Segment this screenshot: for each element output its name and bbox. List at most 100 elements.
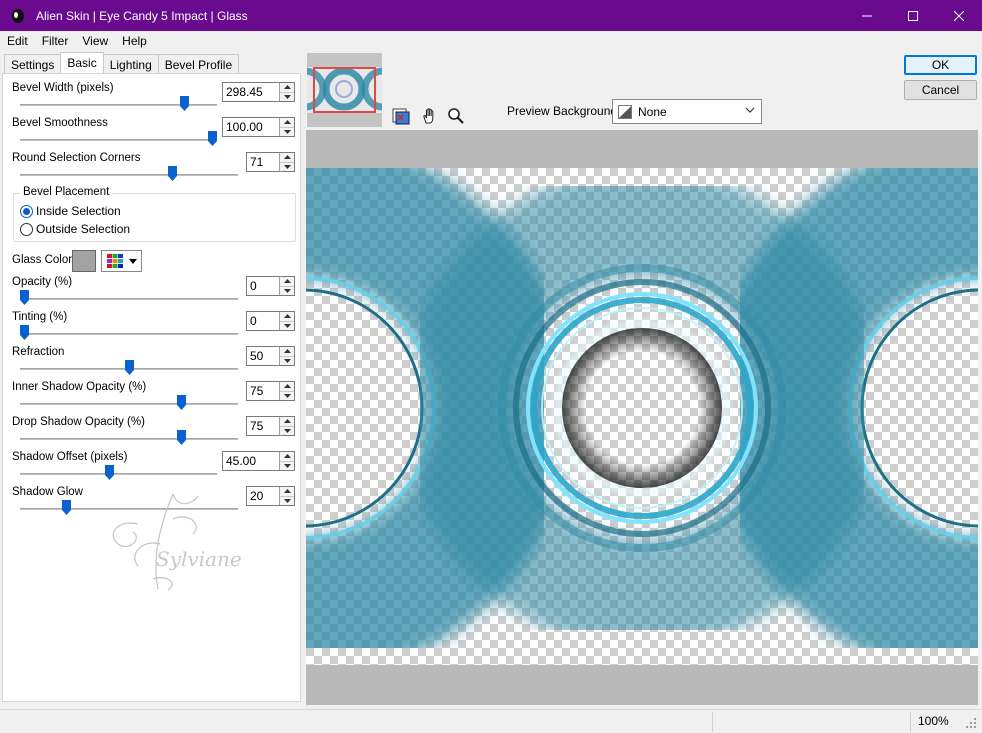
spin-up-icon[interactable] bbox=[280, 83, 294, 92]
menu-edit[interactable]: Edit bbox=[0, 34, 35, 48]
spin-up-icon[interactable] bbox=[280, 347, 294, 356]
shadow-offset-value: 45.00 bbox=[226, 454, 257, 468]
menu-filter[interactable]: Filter bbox=[35, 34, 76, 48]
menu-help[interactable]: Help bbox=[115, 34, 154, 48]
shadow-glow-slider[interactable] bbox=[61, 500, 71, 515]
tinting-track[interactable] bbox=[20, 333, 238, 335]
bevel-smoothness-slider[interactable] bbox=[208, 131, 217, 146]
refraction-label: Refraction bbox=[12, 346, 65, 358]
spin-up-icon[interactable] bbox=[280, 118, 294, 127]
tinting-slider[interactable] bbox=[20, 325, 29, 340]
cancel-button[interactable]: Cancel bbox=[904, 80, 977, 100]
bevel-width-label: Bevel Width (pixels) bbox=[12, 82, 114, 94]
chevron-down-icon bbox=[128, 258, 137, 264]
hand-tool-button[interactable] bbox=[419, 105, 441, 127]
opacity-track[interactable] bbox=[20, 298, 238, 300]
shadow-offset-field[interactable]: 45.00 bbox=[222, 451, 295, 471]
title-bar: Alien Skin | Eye Candy 5 Impact | Glass bbox=[0, 0, 982, 31]
navigator-thumbnail[interactable] bbox=[283, 53, 405, 127]
spin-up-icon[interactable] bbox=[280, 312, 294, 321]
opacity-slider[interactable] bbox=[20, 290, 29, 305]
round-corners-field[interactable]: 71 bbox=[246, 152, 295, 172]
round-corners-slider[interactable] bbox=[168, 166, 178, 181]
spin-up-icon[interactable] bbox=[280, 452, 294, 461]
refraction-slider[interactable] bbox=[124, 360, 134, 375]
tab-settings[interactable]: Settings bbox=[4, 54, 62, 73]
basic-settings-panel: Bevel Width (pixels) 298.45 Bevel Smooth… bbox=[2, 73, 301, 702]
watermark-text: Sylviane bbox=[156, 547, 242, 571]
shadow-offset-label: Shadow Offset (pixels) bbox=[12, 451, 128, 463]
radio-unselected-icon bbox=[20, 222, 33, 236]
ok-button[interactable]: OK bbox=[904, 55, 977, 75]
thumbnail-selection-box[interactable] bbox=[313, 67, 376, 113]
tinting-label: Tinting (%) bbox=[12, 311, 68, 323]
spin-down-icon[interactable] bbox=[280, 161, 294, 171]
radio-outside-selection[interactable]: Outside Selection bbox=[20, 222, 130, 236]
preview-canvas[interactable] bbox=[306, 168, 978, 665]
spin-down-icon[interactable] bbox=[280, 320, 294, 330]
inner-shadow-label: Inner Shadow Opacity (%) bbox=[12, 381, 147, 393]
color-palette-button[interactable] bbox=[101, 250, 142, 272]
preview-background-value: None bbox=[638, 104, 667, 119]
spin-down-icon[interactable] bbox=[280, 91, 294, 101]
opacity-field[interactable]: 0 bbox=[246, 276, 295, 296]
radio-inside-selection[interactable]: Inside Selection bbox=[20, 204, 121, 218]
spin-up-icon[interactable] bbox=[280, 487, 294, 496]
inner-shadow-track[interactable] bbox=[20, 403, 238, 405]
bevel-smoothness-label: Bevel Smoothness bbox=[12, 117, 108, 129]
inner-shadow-field[interactable]: 75 bbox=[246, 381, 295, 401]
drop-shadow-value: 75 bbox=[250, 419, 264, 433]
preview-toggle-button[interactable] bbox=[390, 105, 412, 127]
tinting-value: 0 bbox=[250, 314, 257, 328]
shadow-offset-track[interactable] bbox=[20, 473, 217, 475]
drop-shadow-track[interactable] bbox=[20, 438, 238, 440]
alien-skin-icon bbox=[12, 8, 24, 23]
spin-down-icon[interactable] bbox=[280, 495, 294, 505]
spin-down-icon[interactable] bbox=[280, 460, 294, 470]
spin-down-icon[interactable] bbox=[280, 390, 294, 400]
bevel-width-slider[interactable] bbox=[179, 96, 189, 111]
bevel-width-field[interactable]: 298.45 bbox=[222, 82, 295, 102]
minimize-button[interactable] bbox=[844, 0, 890, 31]
preview-background-select[interactable]: None bbox=[612, 99, 762, 124]
spin-down-icon[interactable] bbox=[280, 126, 294, 136]
chevron-down-icon bbox=[745, 107, 755, 113]
bevel-smoothness-field[interactable]: 100.00 bbox=[222, 117, 295, 137]
window-title: Alien Skin | Eye Candy 5 Impact | Glass bbox=[36, 8, 248, 23]
menu-view[interactable]: View bbox=[75, 34, 115, 48]
inner-shadow-value: 75 bbox=[250, 384, 264, 398]
refraction-field[interactable]: 50 bbox=[246, 346, 295, 366]
spin-down-icon[interactable] bbox=[280, 285, 294, 295]
close-button[interactable] bbox=[936, 0, 982, 31]
glass-effect-preview bbox=[306, 168, 978, 665]
glass-color-swatch[interactable] bbox=[72, 250, 96, 272]
spin-up-icon[interactable] bbox=[280, 382, 294, 391]
maximize-button[interactable] bbox=[890, 0, 936, 31]
shadow-glow-label: Shadow Glow bbox=[12, 486, 83, 498]
tinting-field[interactable]: 0 bbox=[246, 311, 295, 331]
tab-lighting[interactable]: Lighting bbox=[102, 54, 159, 73]
bevel-smoothness-track[interactable] bbox=[20, 139, 217, 141]
spin-up-icon[interactable] bbox=[280, 417, 294, 426]
center-glass-ring bbox=[402, 168, 882, 648]
spin-up-icon[interactable] bbox=[280, 277, 294, 286]
opacity-label: Opacity (%) bbox=[12, 276, 73, 288]
color-grid-icon bbox=[106, 254, 123, 268]
inner-shadow-slider[interactable] bbox=[176, 395, 186, 410]
menu-bar: Edit Filter View Help bbox=[0, 31, 982, 51]
drop-shadow-slider[interactable] bbox=[176, 430, 186, 445]
zoom-tool-button[interactable] bbox=[445, 105, 467, 127]
spin-down-icon[interactable] bbox=[280, 355, 294, 365]
opacity-value: 0 bbox=[250, 279, 257, 293]
shadow-offset-slider[interactable] bbox=[104, 465, 114, 480]
round-corners-track[interactable] bbox=[20, 174, 238, 176]
tab-basic[interactable]: Basic bbox=[60, 52, 104, 73]
spin-down-icon[interactable] bbox=[280, 425, 294, 435]
tab-bevel-profile[interactable]: Bevel Profile bbox=[157, 54, 240, 73]
spin-up-icon[interactable] bbox=[280, 153, 294, 162]
radio-selected-icon bbox=[20, 204, 33, 218]
drop-shadow-field[interactable]: 75 bbox=[246, 416, 295, 436]
round-corners-value: 71 bbox=[250, 155, 264, 169]
close-icon bbox=[954, 10, 964, 21]
resize-grip-icon[interactable] bbox=[964, 716, 978, 730]
